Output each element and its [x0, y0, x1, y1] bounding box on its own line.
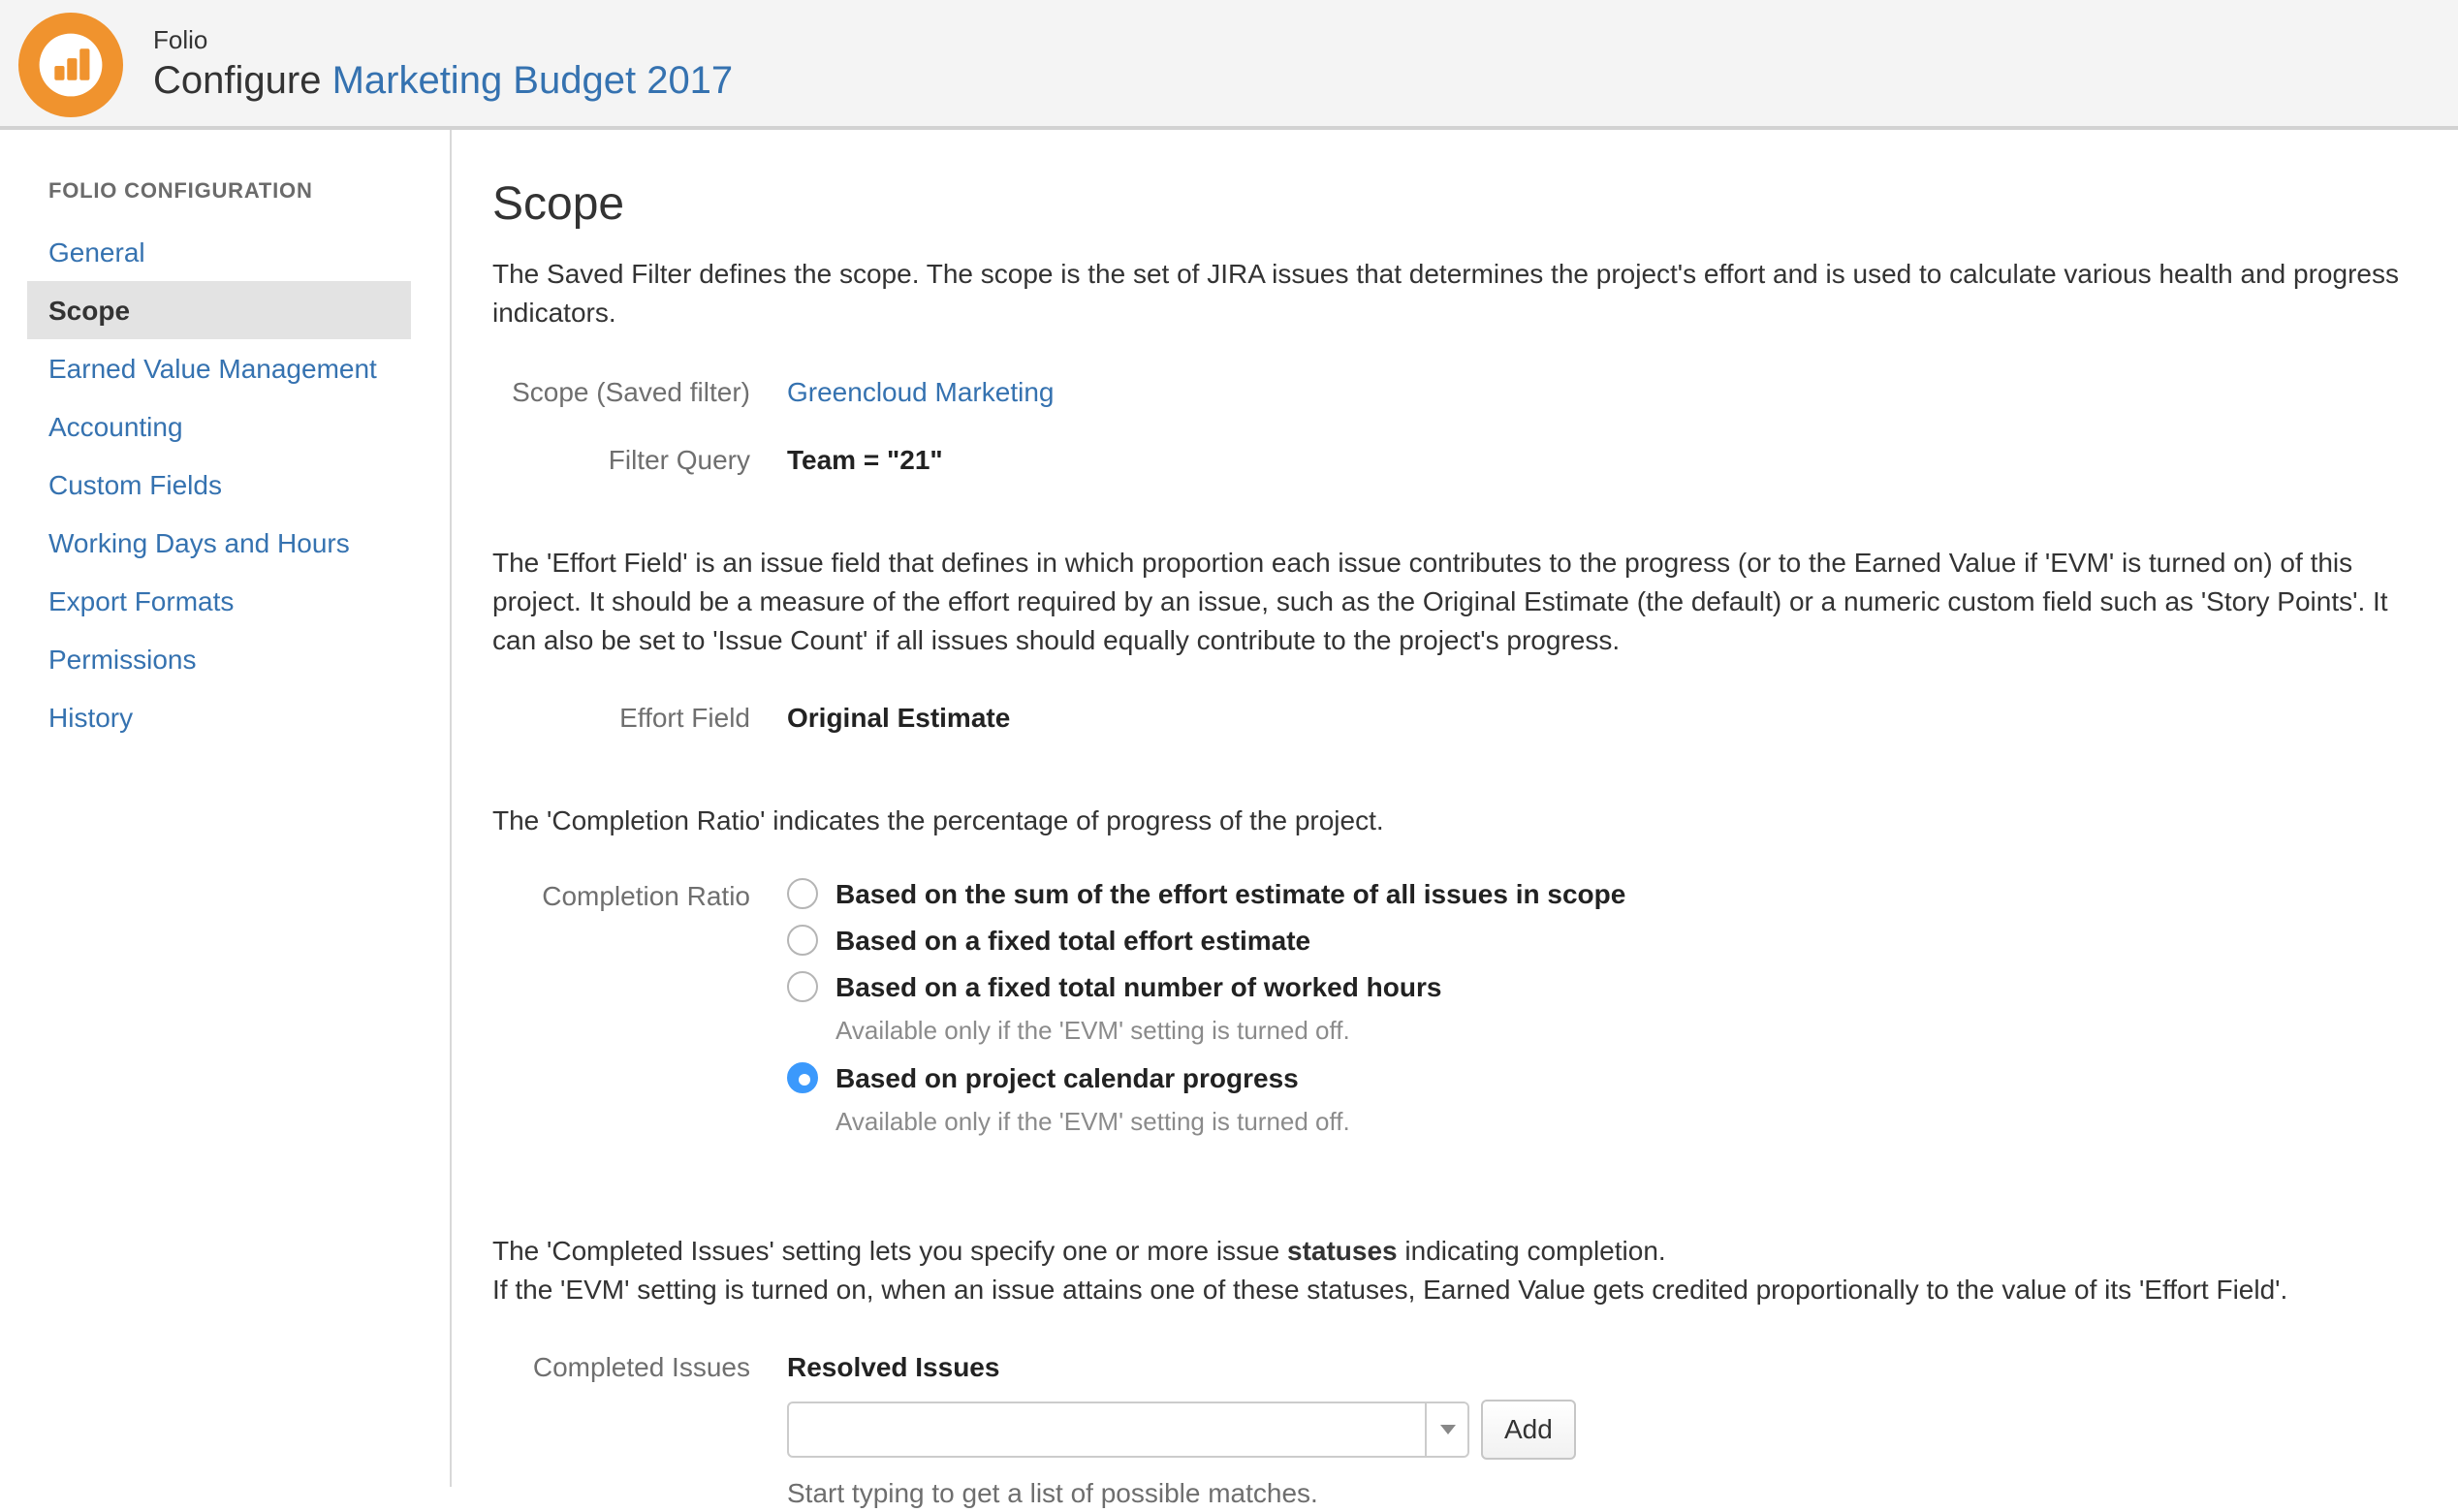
scope-description: The Saved Filter defines the scope. The … [492, 254, 2408, 331]
completed-issues-value: Resolved Issues [787, 1347, 999, 1386]
sidebar-item-custom-fields[interactable]: Custom Fields [27, 456, 411, 514]
status-picker-row: Add [492, 1402, 2408, 1460]
completed-issues-label: Completed Issues [492, 1347, 750, 1386]
completion-ratio-label: Completion Ratio [492, 876, 750, 1151]
saved-filter-link[interactable]: Greencloud Marketing [787, 372, 1055, 411]
combobox-dropdown-toggle[interactable] [1425, 1403, 1467, 1456]
effort-field-value: Original Estimate [787, 698, 1010, 737]
sidebar-item-accounting[interactable]: Accounting [27, 397, 411, 456]
radio-unselected-icon[interactable] [787, 971, 818, 1002]
radio-unselected-icon[interactable] [787, 925, 818, 956]
saved-filter-row: Scope (Saved filter) Greencloud Marketin… [492, 372, 2408, 411]
sidebar-item-earned-value-management[interactable]: Earned Value Management [27, 339, 411, 397]
sidebar-heading: FOLIO CONFIGURATION [48, 180, 450, 204]
effort-field-description: The 'Effort Field' is an issue field tha… [492, 543, 2408, 659]
filter-query-row: Filter Query Team = "21" [492, 440, 2408, 479]
sidebar-item-permissions[interactable]: Permissions [27, 630, 411, 688]
section-heading: Scope [492, 178, 2408, 233]
completed-note-bold: statuses [1287, 1235, 1398, 1266]
radio-option-label: Based on the sum of the effort estimate … [835, 878, 1625, 909]
scope-settings-panel: Scope The Saved Filter defines the scope… [452, 130, 2458, 1487]
radio-option-label: Based on a fixed total effort estimate [835, 925, 1310, 956]
completed-note-line2: If the 'EVM' setting is turned on, when … [492, 1274, 2287, 1305]
add-status-button[interactable]: Add [1481, 1400, 1576, 1460]
app-header: Folio Configure Marketing Budget 2017 [0, 0, 2458, 130]
sidebar-item-general[interactable]: General [27, 223, 411, 281]
app-label: Folio [153, 25, 733, 54]
filter-query-value: Team = "21" [787, 440, 943, 479]
sidebar-item-history[interactable]: History [27, 688, 411, 746]
completion-ratio-description: The 'Completion Ratio' indicates the per… [492, 801, 2408, 839]
sidebar-item-export-formats[interactable]: Export Formats [27, 572, 411, 630]
completion-ratio-option[interactable]: Based on project calendar progress [787, 1060, 1625, 1097]
combobox-hint-row: Start typing to get a list of possible m… [492, 1475, 2408, 1512]
completed-issues-description: The 'Completed Issues' setting lets you … [492, 1231, 2408, 1308]
folio-configuration-sidebar: FOLIO CONFIGURATION GeneralScopeEarned V… [0, 130, 452, 1487]
completed-issues-row: Completed Issues Resolved Issues [492, 1347, 2408, 1386]
radio-option-note: Available only if the 'EVM' setting is t… [835, 1014, 1625, 1047]
project-name: Marketing Budget 2017 [332, 60, 734, 103]
completion-ratio-option[interactable]: Based on a fixed total effort estimate [787, 923, 1625, 960]
status-combobox[interactable] [787, 1402, 1469, 1458]
status-combobox-input[interactable] [789, 1403, 1425, 1456]
completion-ratio-row: Completion Ratio Based on the sum of the… [492, 876, 2408, 1151]
page-title-prefix: Configure [153, 60, 321, 103]
saved-filter-label: Scope (Saved filter) [492, 372, 750, 411]
completion-ratio-option[interactable]: Based on the sum of the effort estimate … [787, 876, 1625, 913]
sidebar-item-list: GeneralScopeEarned Value ManagementAccou… [27, 223, 411, 746]
completed-note-text: indicating completion. [1398, 1235, 1666, 1266]
radio-selected-icon[interactable] [787, 1062, 818, 1093]
radio-unselected-icon[interactable] [787, 878, 818, 909]
page-title: Configure Marketing Budget 2017 [153, 58, 733, 105]
sidebar-item-scope[interactable]: Scope [27, 281, 411, 339]
effort-field-label: Effort Field [492, 698, 750, 737]
combobox-hint: Start typing to get a list of possible m… [787, 1475, 1318, 1512]
chevron-down-icon [1439, 1425, 1455, 1434]
completion-ratio-options: Based on the sum of the effort estimate … [787, 876, 1625, 1151]
folio-logo-icon [17, 11, 124, 117]
effort-field-row: Effort Field Original Estimate [492, 698, 2408, 737]
radio-option-label: Based on project calendar progress [835, 1062, 1299, 1093]
completion-ratio-option[interactable]: Based on a fixed total number of worked … [787, 969, 1625, 1006]
filter-query-label: Filter Query [492, 440, 750, 479]
completed-note-text: The 'Completed Issues' setting lets you … [492, 1235, 1287, 1266]
radio-option-note: Available only if the 'EVM' setting is t… [835, 1105, 1625, 1138]
sidebar-item-working-days-and-hours[interactable]: Working Days and Hours [27, 514, 411, 572]
radio-option-label: Based on a fixed total number of worked … [835, 971, 1441, 1002]
